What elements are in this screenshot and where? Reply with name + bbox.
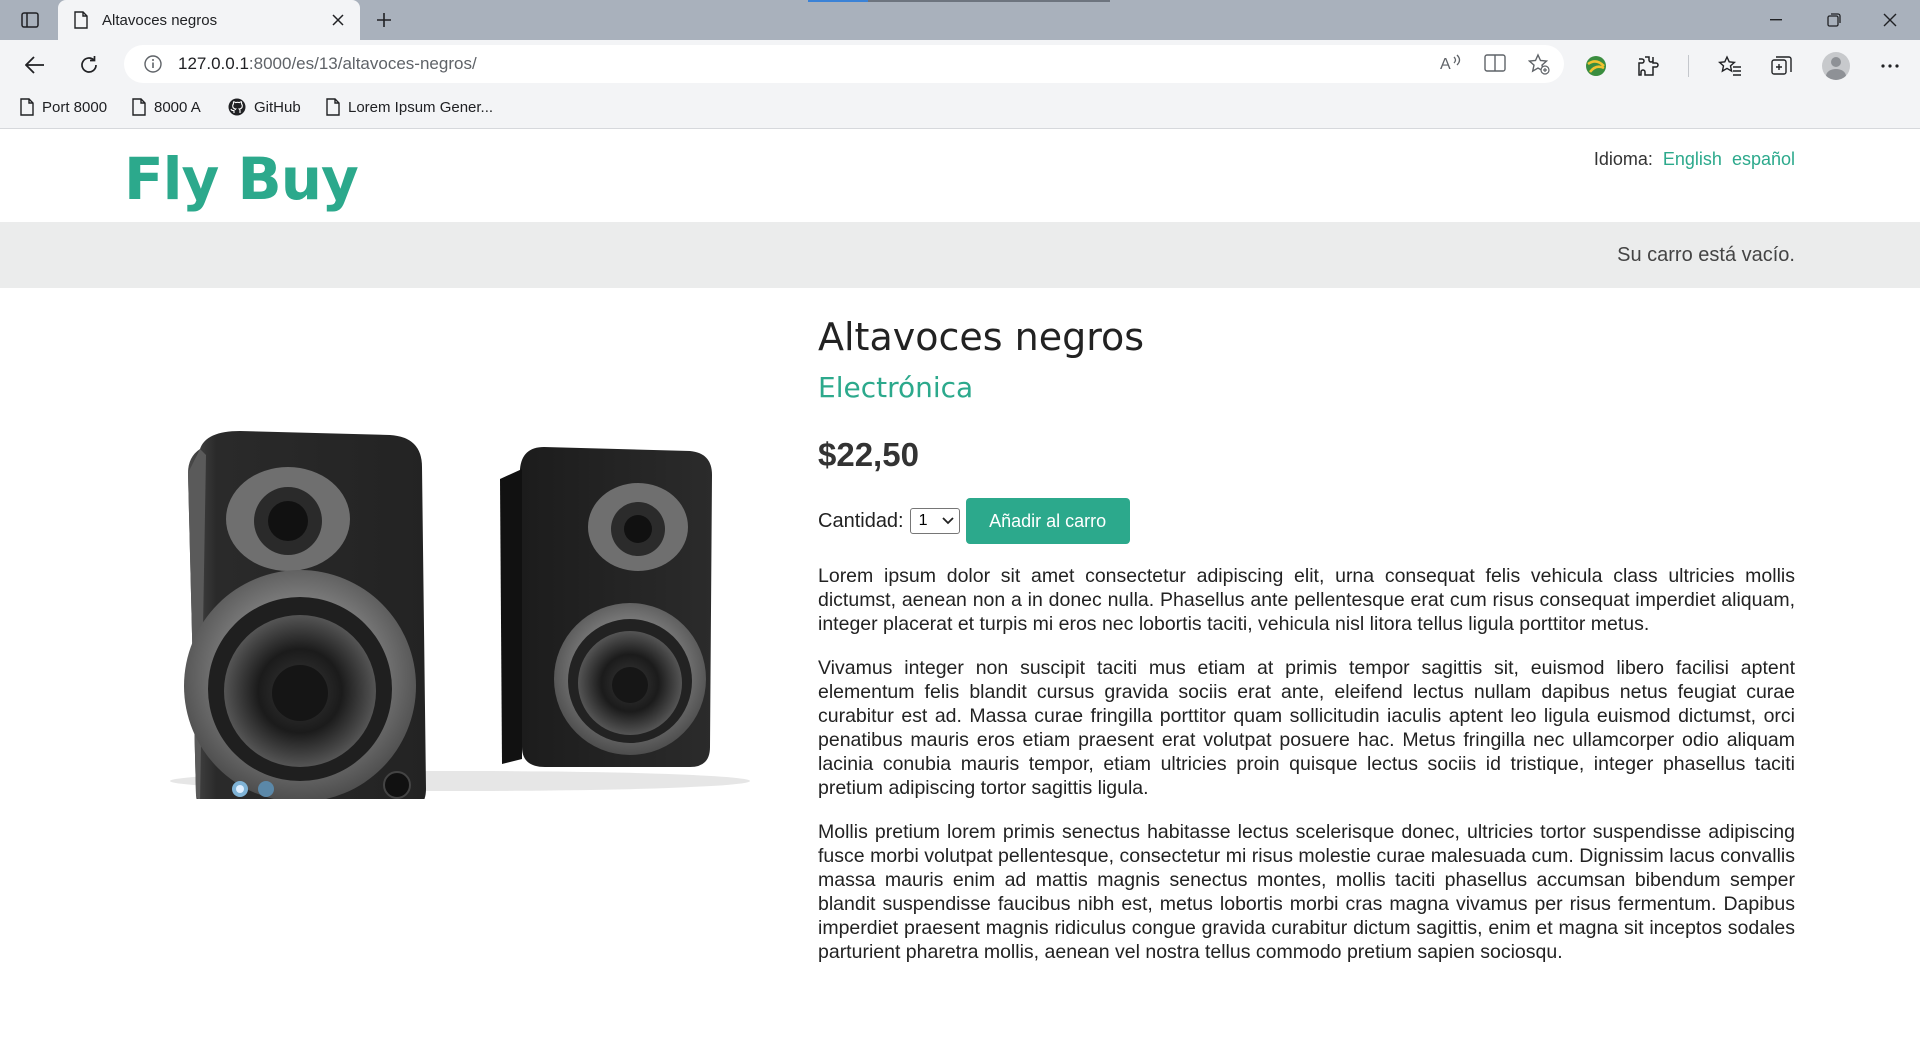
product-image xyxy=(170,431,750,799)
product-info: Altavoces negros Electrónica $22,50 Cant… xyxy=(818,315,1795,984)
language-switcher: Idioma: English español xyxy=(1594,149,1795,170)
quantity-label: Cantidad: xyxy=(818,509,904,532)
read-aloud-icon[interactable]: A xyxy=(1440,53,1462,73)
immersive-reader-icon[interactable] xyxy=(1484,53,1506,73)
extension-globe-icon[interactable] xyxy=(1584,54,1608,78)
url-host: 127.0.0.1 xyxy=(178,54,249,73)
product-title: Altavoces negros xyxy=(818,315,1145,359)
language-link-english[interactable]: English xyxy=(1663,149,1722,170)
back-button[interactable] xyxy=(20,50,50,80)
quantity-select[interactable]: 1 xyxy=(909,508,960,534)
tab-actions-icon xyxy=(21,12,39,28)
quantity-value: 1 xyxy=(918,512,928,529)
close-window-button[interactable] xyxy=(1862,0,1918,40)
page-icon xyxy=(20,98,34,116)
more-options-icon[interactable] xyxy=(1878,54,1902,78)
favorites-icon[interactable] xyxy=(1718,54,1742,78)
product-category-link[interactable]: Electrónica xyxy=(818,371,1795,404)
tab-strip: Altavoces negros xyxy=(0,0,1920,40)
bookmark-lorem-ipsum[interactable]: Lorem Ipsum Gener... xyxy=(326,98,493,116)
tab-title: Altavoces negros xyxy=(102,11,218,29)
add-to-cart-form: Cantidad: 1 Añadir al carro xyxy=(818,498,1795,544)
active-tab[interactable]: Altavoces negros xyxy=(58,0,360,40)
plus-icon xyxy=(377,13,391,27)
new-tab-button[interactable] xyxy=(370,6,398,34)
loading-indicator xyxy=(808,0,1110,2)
tab-actions-button[interactable] xyxy=(16,8,44,32)
info-icon[interactable] xyxy=(144,55,162,73)
add-to-cart-button[interactable]: Añadir al carro xyxy=(965,498,1130,544)
collections-icon[interactable] xyxy=(1770,54,1794,78)
bookmark-8000-a[interactable]: 8000 A xyxy=(132,98,201,116)
bookmarks-bar: Port 8000 8000 A GitHub Lorem Ipsum Gene… xyxy=(0,89,1920,129)
url-path: :8000/es/13/altavoces-negros/ xyxy=(248,54,477,73)
reload-icon xyxy=(81,56,97,73)
page-icon xyxy=(132,98,146,116)
description-paragraph: Vivamus integer non suscipit taciti mus … xyxy=(818,657,1795,799)
cart-status: Su carro está vacío. xyxy=(1617,244,1795,266)
page-icon xyxy=(74,11,88,29)
profile-avatar[interactable] xyxy=(1822,52,1850,80)
product-description: Lorem ipsum dolor sit amet consectetur a… xyxy=(818,564,1795,964)
close-tab-button[interactable] xyxy=(328,10,348,30)
chevron-down-icon xyxy=(941,517,954,525)
minimize-button[interactable] xyxy=(1748,0,1804,40)
language-label: Idioma: xyxy=(1593,149,1653,169)
address-bar[interactable]: 127.0.0.1:8000/es/13/altavoces-negros/ A xyxy=(124,45,1564,83)
browser-toolbar: 127.0.0.1:8000/es/13/altavoces-negros/ A xyxy=(0,40,1920,89)
bookmark-github[interactable]: GitHub xyxy=(228,98,301,116)
page-content: Fly Buy Idioma: English español Su carro… xyxy=(0,129,1920,1037)
reload-button[interactable] xyxy=(74,50,104,80)
restore-icon xyxy=(1827,13,1841,27)
arrow-left-icon xyxy=(25,56,44,74)
cart-bar: Su carro está vacío. xyxy=(0,222,1920,288)
language-link-espanol[interactable]: español xyxy=(1732,149,1795,170)
close-icon xyxy=(1883,13,1897,27)
minimize-icon xyxy=(1770,19,1782,21)
extensions-icon[interactable] xyxy=(1636,54,1660,78)
add-favorite-icon[interactable] xyxy=(1528,53,1550,75)
site-logo[interactable]: Fly Buy xyxy=(124,145,359,213)
description-paragraph: Mollis pretium lorem primis senectus hab… xyxy=(818,821,1795,963)
page-icon xyxy=(326,98,340,116)
description-paragraph: Lorem ipsum dolor sit amet consectetur a… xyxy=(818,565,1795,635)
toolbar-divider xyxy=(1688,55,1689,77)
close-icon xyxy=(332,14,344,26)
product-price: $22,50 xyxy=(818,436,919,473)
restore-button[interactable] xyxy=(1806,0,1862,40)
github-icon xyxy=(228,98,246,116)
svg-text:A: A xyxy=(1440,56,1451,73)
bookmark-port-8000[interactable]: Port 8000 xyxy=(20,98,107,116)
